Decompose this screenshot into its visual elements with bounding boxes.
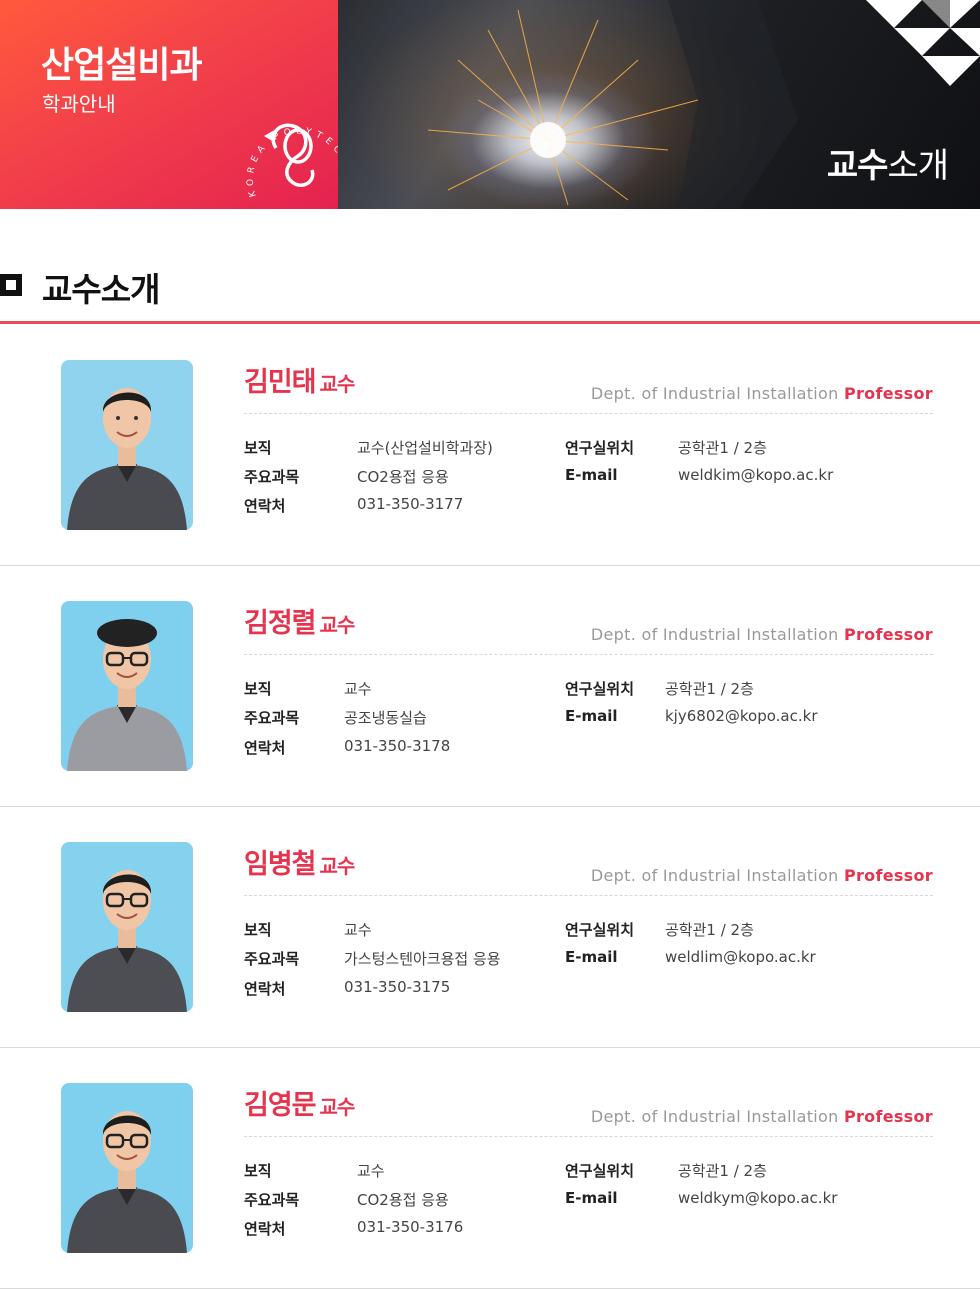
contact-label: 연락처 (244, 497, 286, 515)
subjects-label: 주요과목 (244, 468, 300, 486)
professor-card: 김정렬 교수 Dept. of Industrial Installation P… (0, 565, 980, 807)
professor-title: 교수 (319, 613, 356, 637)
email-link[interactable]: weldkim@kopo.ac.kr (678, 466, 833, 484)
card-divider (244, 654, 933, 655)
email-link[interactable]: weldkym@kopo.ac.kr (678, 1189, 837, 1207)
subjects-value: 공조냉동실습 (344, 709, 427, 727)
subjects-value: CO2용접 응용 (357, 1191, 449, 1209)
professor-title: 교수 (319, 1095, 356, 1119)
subjects-label: 주요과목 (244, 709, 300, 727)
contact-label: 연락처 (244, 739, 286, 757)
professor-card: 임병철 교수 Dept. of Industrial Installation P… (0, 806, 980, 1048)
professor-card: 김영문 교수 Dept. of Industrial Installation P… (0, 1047, 980, 1289)
email-label: E-mail (565, 466, 618, 484)
card-divider (244, 895, 933, 896)
position-value: 교수 (344, 921, 372, 939)
section-title: 교수소개 (42, 270, 160, 309)
position-value: 교수 (357, 1162, 385, 1180)
professor-photo (61, 360, 193, 530)
office-label: 연구실위치 (565, 680, 635, 698)
professor-name: 임병철 교수 (244, 849, 356, 880)
department-panel: 산업설비과 학과안내 KOREA POLYTECHNICS (0, 0, 347, 209)
office-value: 공학관1 / 2층 (678, 439, 767, 457)
department-title: 산업설비과 (41, 45, 203, 86)
card-divider (244, 413, 933, 414)
email-label: E-mail (565, 1189, 618, 1207)
contact-label: 연락처 (244, 1220, 286, 1238)
position-value: 교수 (344, 680, 372, 698)
triangle-pattern-icon (866, 0, 980, 86)
email-link[interactable]: kjy6802@kopo.ac.kr (665, 707, 818, 725)
header-banner: 산업설비과 학과안내 KOREA POLYTECHNICS (0, 0, 980, 209)
office-value: 공학관1 / 2층 (665, 921, 754, 939)
department-label: Dept. of Industrial Installation Profess… (590, 625, 933, 644)
contact-label: 연락처 (244, 980, 286, 998)
subjects-value: 가스텅스텐아크용접 응용 (344, 950, 501, 968)
office-label: 연구실위치 (565, 439, 635, 457)
office-value: 공학관1 / 2층 (678, 1162, 767, 1180)
professor-title: 교수 (319, 372, 356, 396)
contact-value: 031-350-3175 (344, 978, 451, 996)
department-label: Dept. of Industrial Installation Profess… (590, 1107, 933, 1126)
subjects-value: CO2용접 응용 (357, 468, 449, 486)
subjects-label: 주요과목 (244, 1191, 300, 1209)
office-label: 연구실위치 (565, 1162, 635, 1180)
professor-name: 김영문 교수 (244, 1090, 356, 1121)
banner-caption: 교수소개 (826, 146, 949, 186)
position-label: 보직 (244, 921, 272, 939)
position-label: 보직 (244, 439, 272, 457)
contact-value: 031-350-3178 (344, 737, 451, 755)
professor-photo (61, 842, 193, 1012)
department-label: Dept. of Industrial Installation Profess… (590, 384, 933, 403)
subjects-label: 주요과목 (244, 950, 300, 968)
professor-name: 김정렬 교수 (244, 608, 356, 639)
position-label: 보직 (244, 680, 272, 698)
department-subtitle: 학과안내 (42, 92, 116, 116)
professor-name: 김민태 교수 (244, 367, 356, 398)
contact-value: 031-350-3177 (357, 495, 464, 513)
email-label: E-mail (565, 707, 618, 725)
position-value: 교수(산업설비학과장) (357, 439, 493, 457)
professor-photo (61, 1083, 193, 1253)
email-link[interactable]: weldlim@kopo.ac.kr (665, 948, 816, 966)
section-heading: 교수소개 (0, 262, 980, 309)
position-label: 보직 (244, 1162, 272, 1180)
square-bullet-icon (0, 274, 22, 296)
card-divider (244, 1136, 933, 1137)
office-label: 연구실위치 (565, 921, 635, 939)
professor-card: 김민태 교수 Dept. of Industrial Installation P… (0, 324, 980, 566)
contact-value: 031-350-3176 (357, 1218, 464, 1236)
professor-title: 교수 (319, 854, 356, 878)
department-label: Dept. of Industrial Installation Profess… (590, 866, 933, 885)
email-label: E-mail (565, 948, 618, 966)
professor-photo (61, 601, 193, 771)
office-value: 공학관1 / 2층 (665, 680, 754, 698)
